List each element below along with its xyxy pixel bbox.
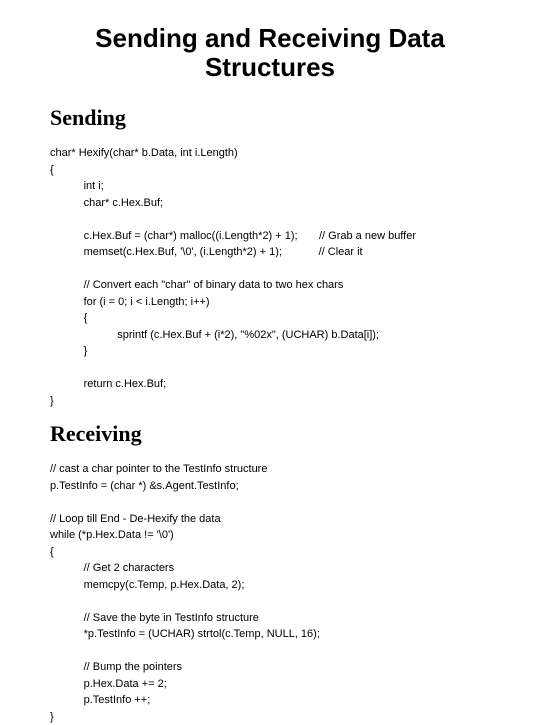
receiving-code-block: // cast a char pointer to the TestInfo s…: [50, 461, 490, 725]
sending-header: Sending: [50, 105, 490, 131]
page-title: Sending and Receiving Data Structures: [50, 24, 490, 81]
receiving-header: Receiving: [50, 421, 490, 447]
sending-code-block: char* Hexify(char* b.Data, int i.Length)…: [50, 145, 490, 409]
